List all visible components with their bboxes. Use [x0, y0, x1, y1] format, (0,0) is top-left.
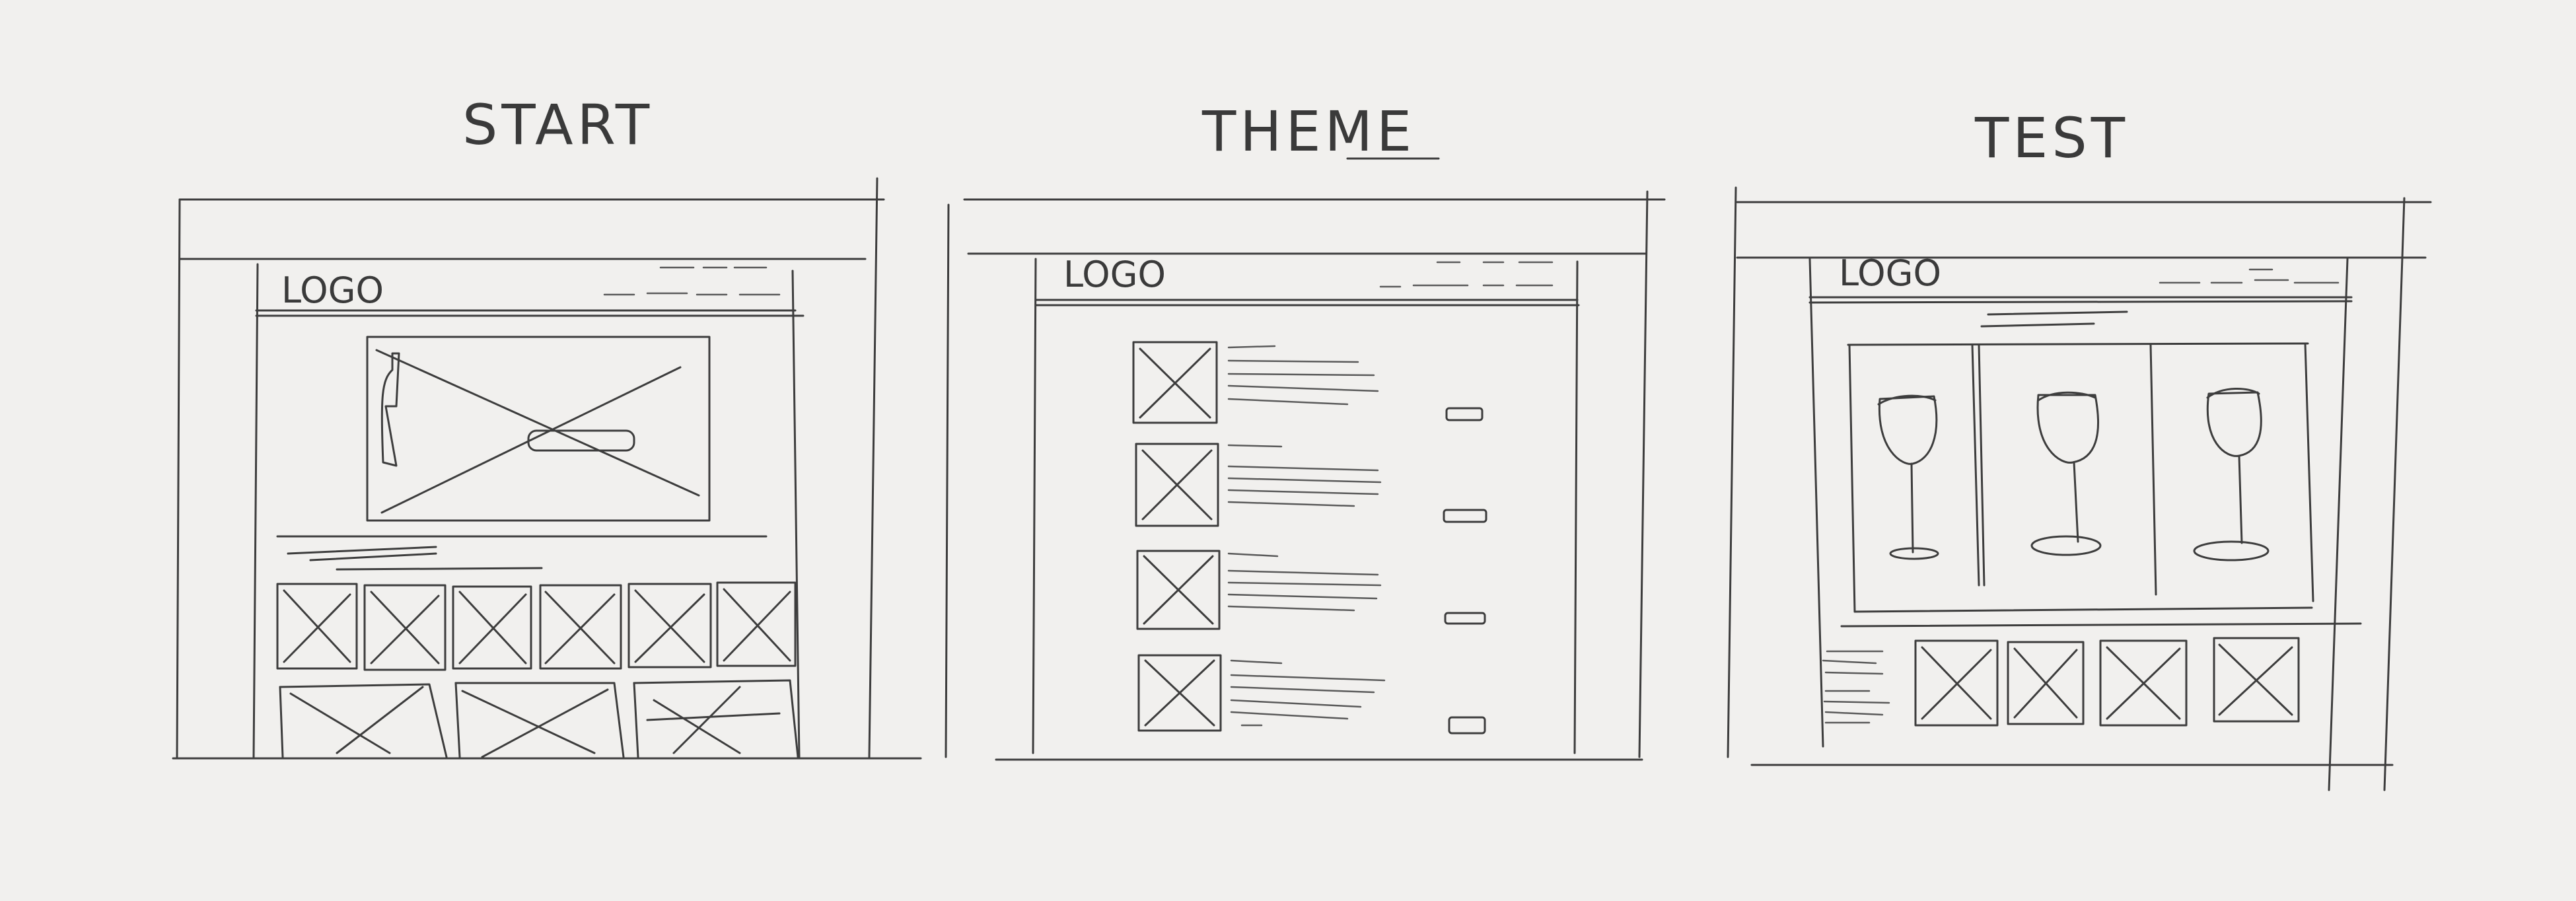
- thumbnail-grid: [276, 581, 797, 671]
- nav-menu: [603, 266, 781, 296]
- browser-frame: [945, 190, 1666, 761]
- nav-menu: [1379, 261, 1554, 288]
- wine-glass-icon: [1877, 394, 1939, 560]
- sketch-title-theme: THEME: [1201, 99, 1415, 164]
- logo-placeholder: LOGO: [1063, 254, 1166, 295]
- browser-frame: [172, 177, 922, 760]
- wireframe-start: START LOGO: [172, 92, 922, 760]
- wireframe-test: TEST LOGO: [1727, 106, 2432, 791]
- wine-glass-panel: [1840, 342, 2362, 628]
- logo-placeholder: LOGO: [1839, 252, 1941, 294]
- wireframe-theme: THEME LOGO: [945, 99, 1666, 761]
- heading-lines: [1980, 310, 2128, 328]
- page-layout: [1032, 258, 1580, 754]
- list-item: [1135, 443, 1487, 527]
- nav-menu: [2159, 268, 2340, 284]
- intro-text-lines: [276, 535, 768, 571]
- browser-frame: [1727, 186, 2432, 791]
- list-item: [1132, 341, 1484, 424]
- logo-placeholder: LOGO: [281, 270, 384, 311]
- wine-glass-icon: [2030, 391, 2102, 556]
- sketch-sheet: START LOGO THEME LOGO TEST LOGO: [0, 0, 2576, 901]
- list-item: [1136, 550, 1486, 630]
- page-layout: [1808, 258, 2353, 791]
- wine-glass-icon: [2193, 388, 2270, 561]
- sketch-title-start: START: [462, 92, 653, 157]
- sketch-title-test: TEST: [1974, 106, 2129, 170]
- side-text-lines: [1822, 650, 1890, 724]
- hero-image-placeholder: [366, 336, 711, 522]
- large-thumbnail-row: [279, 679, 799, 758]
- product-list: [1132, 341, 1487, 735]
- list-item: [1137, 654, 1486, 735]
- thumbnail-row: [1914, 637, 2300, 727]
